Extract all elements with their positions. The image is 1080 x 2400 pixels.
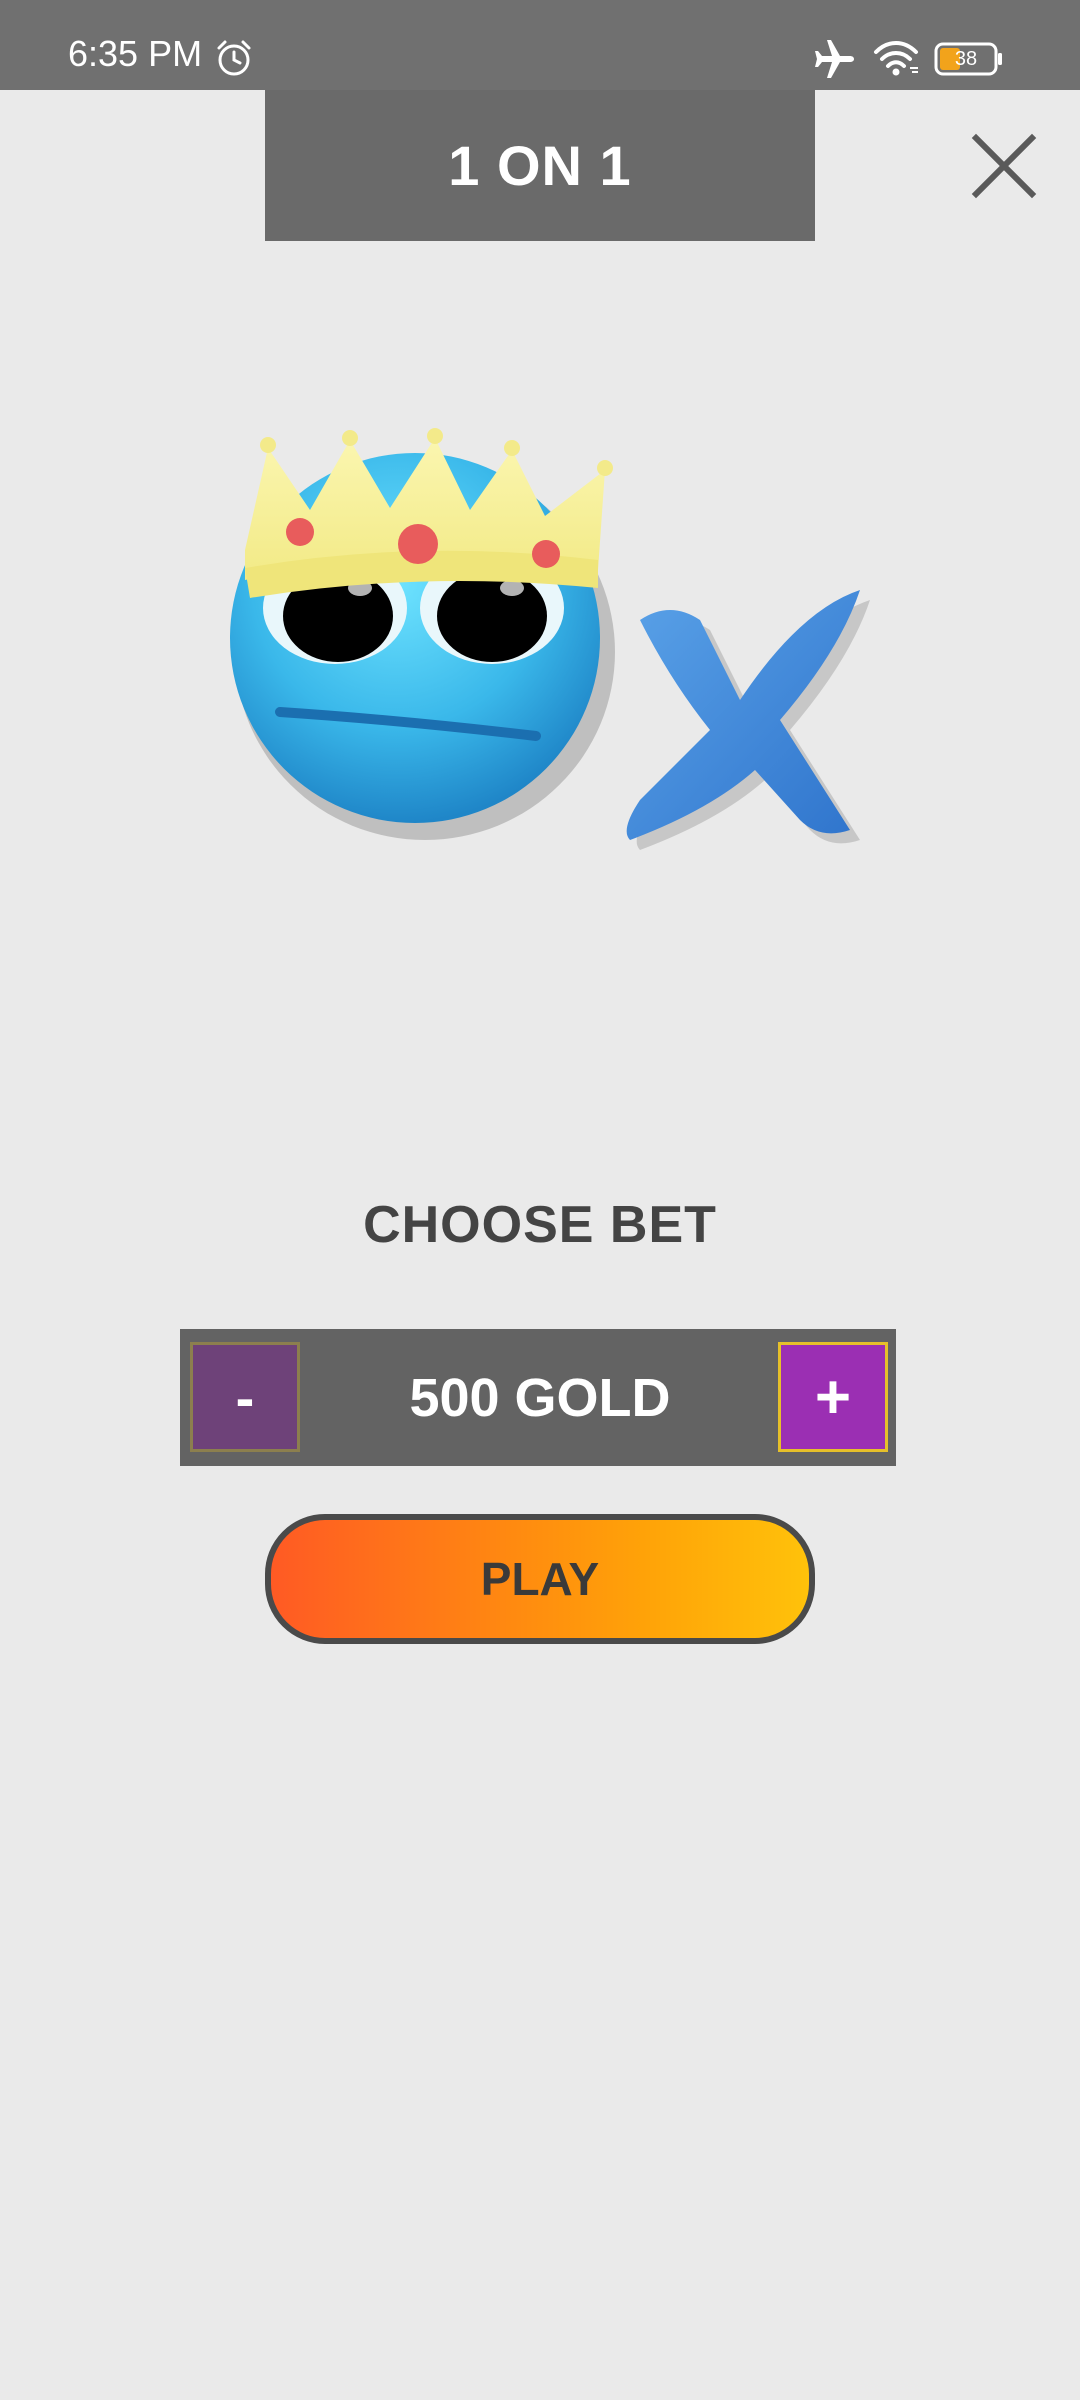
game-illustration bbox=[230, 428, 870, 850]
increase-bet-button[interactable]: + bbox=[778, 1342, 888, 1452]
battery-level: 38 bbox=[954, 48, 978, 70]
play-button-label: PLAY bbox=[480, 1553, 600, 1605]
blue-x-mark-icon bbox=[626, 590, 860, 840]
decrease-bet-button[interactable]: - bbox=[190, 1342, 300, 1452]
status-time: 6:35 PM bbox=[68, 33, 203, 74]
play-button[interactable]: PLAY bbox=[265, 1514, 815, 1644]
title-tab: 1 ON 1 bbox=[265, 90, 815, 241]
choose-bet-heading: CHOOSE BET bbox=[363, 1196, 717, 1254]
bet-value: 500 GOLD bbox=[409, 1367, 671, 1428]
page-title: 1 ON 1 bbox=[448, 134, 632, 197]
alarm-clock-icon bbox=[217, 40, 251, 76]
close-icon bbox=[971, 133, 1037, 199]
crown-icon bbox=[245, 428, 613, 598]
status-bar: 6:35 PM 38 bbox=[0, 0, 1080, 90]
wifi-icon bbox=[874, 41, 918, 76]
close-button[interactable] bbox=[968, 130, 1040, 202]
bet-selector: - 500 GOLD + bbox=[180, 1329, 896, 1466]
airplane-mode-icon bbox=[815, 40, 854, 78]
